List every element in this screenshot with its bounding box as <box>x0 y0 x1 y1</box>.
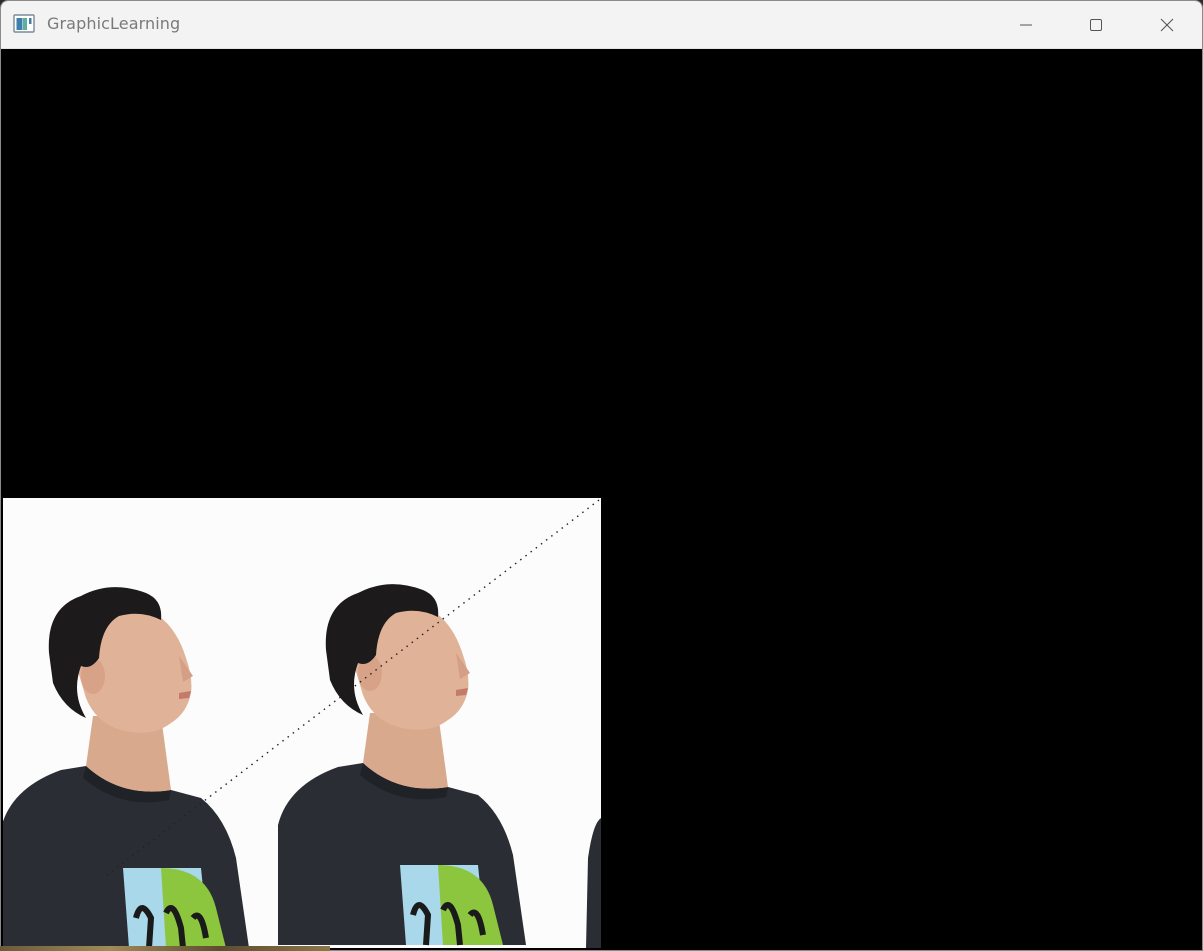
textured-quad <box>3 498 601 948</box>
close-icon <box>1160 18 1174 31</box>
maximize-button[interactable] <box>1061 1 1131 48</box>
app-icon <box>13 14 35 33</box>
app-window: GraphicLearning <box>0 0 1203 951</box>
maximize-icon <box>1090 18 1102 31</box>
repeated-portrait-texture <box>3 498 601 948</box>
title-bar[interactable]: GraphicLearning <box>1 1 1202 49</box>
minimize-icon <box>1020 24 1032 25</box>
minimize-button[interactable] <box>991 1 1061 48</box>
window-title: GraphicLearning <box>47 14 181 33</box>
opengl-viewport[interactable] <box>1 49 1202 950</box>
desktop-background-edge <box>0 946 330 951</box>
close-button[interactable] <box>1132 1 1202 48</box>
